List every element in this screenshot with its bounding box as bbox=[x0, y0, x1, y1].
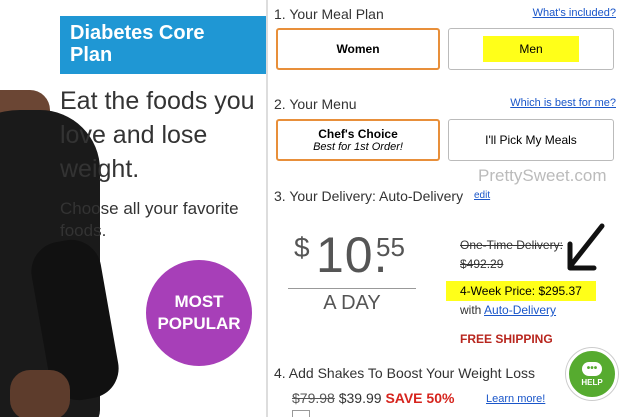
which-is-best-link[interactable]: Which is best for me? bbox=[510, 97, 616, 109]
one-time-price: $492.29 bbox=[460, 257, 504, 271]
price-divider bbox=[288, 288, 416, 289]
shakes-save: SAVE 50% bbox=[385, 390, 455, 406]
shakes-price-row: $79.98 $39.99 SAVE 50% bbox=[292, 390, 454, 406]
price-per-day: A DAY bbox=[323, 292, 381, 314]
one-time-delivery: One-Time Delivery: $492.29 bbox=[460, 236, 563, 274]
badge-line-1: MOST bbox=[174, 292, 224, 311]
four-week-price: 4-Week Price: $295.37 bbox=[446, 281, 596, 301]
women-label: Women bbox=[336, 42, 380, 56]
shakes-new-price: $39.99 bbox=[338, 390, 382, 406]
price-dollar-sign: $ bbox=[294, 232, 310, 263]
shakes-old-price: $79.98 bbox=[292, 390, 335, 406]
with-auto-delivery: with Auto-Delivery bbox=[460, 303, 556, 317]
most-popular-badge: MOST POPULAR bbox=[146, 260, 252, 366]
whats-included-link[interactable]: What's included? bbox=[533, 7, 616, 19]
brand-title: Diabetes Core Plan bbox=[60, 16, 266, 74]
auto-delivery-link[interactable]: Auto-Delivery bbox=[484, 303, 556, 317]
price-cents: 55 bbox=[376, 232, 405, 262]
men-label: Men bbox=[483, 36, 579, 62]
help-label: HELP bbox=[581, 377, 603, 387]
hero-headline: Eat the foods you love and lose weight. bbox=[60, 87, 255, 183]
person-hand bbox=[10, 370, 70, 417]
hero-subline: Choose all your favorite foods. bbox=[60, 199, 239, 240]
arrow-pointer-icon bbox=[567, 223, 605, 271]
watermark: PrettySweet.com bbox=[478, 166, 607, 185]
chefs-choice-sub: Best for 1st Order! bbox=[313, 141, 403, 153]
meal-plan-men-button[interactable]: Men bbox=[448, 28, 614, 70]
order-panel: 1. Your Meal Plan What's included? Women… bbox=[268, 0, 624, 417]
help-button[interactable]: ••• HELP bbox=[566, 348, 618, 400]
chefs-choice-label: Chef's Choice bbox=[318, 127, 398, 141]
shakes-learn-more-link[interactable]: Learn more! bbox=[486, 393, 545, 405]
shakes-title: 4. Add Shakes To Boost Your Weight Loss bbox=[274, 365, 535, 381]
pick-my-meals-button[interactable]: I'll Pick My Meals bbox=[448, 119, 614, 161]
delivery-title: 3. Your Delivery: Auto-Delivery bbox=[274, 188, 464, 204]
one-time-label: One-Time Delivery: bbox=[460, 238, 563, 252]
chefs-choice-button[interactable]: Chef's Choice Best for 1st Order! bbox=[276, 119, 440, 161]
brand-line-1: Diabetes Core bbox=[70, 22, 205, 44]
badge-line-2: POPULAR bbox=[157, 314, 241, 333]
shakes-checkbox[interactable] bbox=[292, 410, 310, 417]
hero-panel: Diabetes Core Plan Eat the foods you lov… bbox=[0, 0, 268, 417]
free-shipping: FREE SHIPPING bbox=[460, 332, 553, 346]
meal-plan-title: 1. Your Meal Plan bbox=[274, 6, 384, 22]
chat-bubble-icon: ••• bbox=[582, 361, 602, 376]
pick-my-meals-label: I'll Pick My Meals bbox=[485, 133, 577, 147]
menu-title: 2. Your Menu bbox=[274, 96, 357, 112]
meal-plan-women-button[interactable]: Women bbox=[276, 28, 440, 70]
brand-line-2: Plan bbox=[70, 44, 113, 66]
with-prefix: with bbox=[460, 303, 485, 317]
delivery-edit-link[interactable]: edit bbox=[474, 190, 490, 201]
